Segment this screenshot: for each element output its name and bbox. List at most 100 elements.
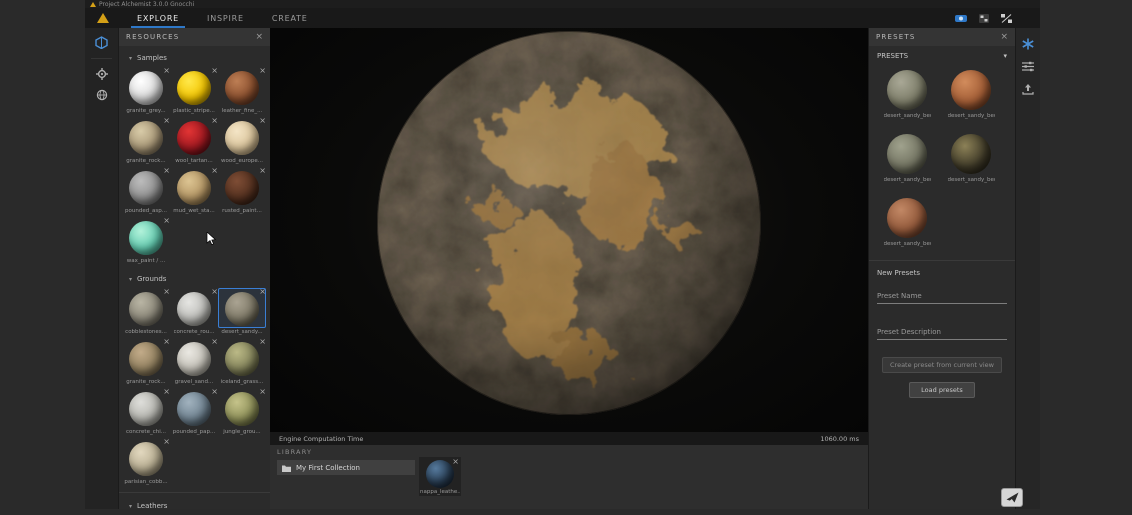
remove-icon[interactable]: ×	[259, 288, 266, 296]
remove-icon[interactable]: ×	[163, 338, 170, 346]
material-sphere[interactable]	[225, 392, 259, 426]
material-thumb[interactable]: ×concrete_rou...	[170, 288, 218, 335]
3d-viewport[interactable]	[270, 28, 868, 432]
material-thumb[interactable]: ×mud_wet_sta...	[170, 167, 218, 214]
material-thumb[interactable]: ×pounded_pap...	[170, 388, 218, 435]
material-sphere[interactable]	[129, 442, 163, 476]
presets-group-header[interactable]: PRESETS ▾	[869, 46, 1015, 66]
settings-gear-icon[interactable]	[96, 68, 108, 80]
remove-icon[interactable]: ×	[211, 338, 218, 346]
material-sphere[interactable]	[177, 121, 211, 155]
preset-sphere[interactable]	[887, 198, 927, 238]
material-thumb[interactable]: ×iceland_grass...	[218, 338, 266, 385]
load-presets-button[interactable]: Load presets	[909, 382, 975, 398]
material-thumb[interactable]: ×granite_grey...	[122, 67, 170, 114]
preset-name-input[interactable]: Preset Name	[877, 292, 1007, 304]
material-sphere[interactable]	[129, 392, 163, 426]
section-samples[interactable]: ▾ Samples	[119, 46, 270, 67]
tab-explore[interactable]: EXPLORE	[123, 8, 193, 28]
remove-icon[interactable]: ×	[259, 388, 266, 396]
sliders-icon[interactable]	[1022, 61, 1034, 72]
material-thumb[interactable]: × wax_paint / ...	[122, 217, 170, 264]
material-thumb[interactable]: ×parisian_cobb...	[122, 438, 170, 485]
material-sphere[interactable]	[177, 392, 211, 426]
remove-icon[interactable]: ×	[211, 288, 218, 296]
world-icon[interactable]	[96, 89, 108, 101]
material-sphere[interactable]	[177, 171, 211, 205]
remove-icon[interactable]: ×	[211, 117, 218, 125]
material-thumb-selected[interactable]: ×desert_sandy...	[218, 288, 266, 335]
material-sphere[interactable]	[129, 121, 163, 155]
preset-thumb[interactable]: desert_sandy_bed...	[939, 130, 1003, 183]
library-material-thumb[interactable]: × nappa_leathe..	[419, 457, 461, 496]
tab-create[interactable]: CREATE	[258, 8, 322, 28]
remove-icon[interactable]: ×	[452, 457, 459, 466]
material-thumb[interactable]: ×granite_rock...	[122, 338, 170, 385]
materials-cube-icon[interactable]	[95, 36, 108, 49]
preset-sphere[interactable]	[887, 134, 927, 174]
material-preview-sphere[interactable]	[376, 30, 762, 420]
remove-icon[interactable]: ×	[163, 217, 170, 225]
create-preset-button[interactable]: Create preset from current view	[882, 357, 1002, 373]
material-thumb[interactable]: ×pounded_asp...	[122, 167, 170, 214]
material-thumb[interactable]: ×jungle_grou...	[218, 388, 266, 435]
preset-thumb[interactable]: desert_sandy_bed...	[875, 130, 939, 183]
section-grounds[interactable]: ▾ Grounds	[119, 267, 270, 288]
material-thumb[interactable]: ×wood_europe...	[218, 117, 266, 164]
split-view-icon[interactable]	[1001, 14, 1012, 23]
material-thumb[interactable]: ×wool_tartan...	[170, 117, 218, 164]
material-sphere[interactable]	[129, 221, 163, 255]
close-icon[interactable]: ×	[1000, 33, 1008, 42]
preset-thumb[interactable]: desert_sandy_bed...	[875, 66, 939, 119]
material-sphere[interactable]	[225, 342, 259, 376]
preset-thumb[interactable]: desert_sandy_bed...	[939, 66, 1003, 119]
material-sphere[interactable]	[129, 71, 163, 105]
material-thumb[interactable]: ×plastic_stripe...	[170, 67, 218, 114]
remove-icon[interactable]: ×	[211, 67, 218, 75]
material-thumb[interactable]: ×concrete_chi...	[122, 388, 170, 435]
material-sphere[interactable]	[225, 171, 259, 205]
collection-item[interactable]: My First Collection	[277, 460, 415, 475]
close-icon[interactable]: ×	[255, 33, 263, 42]
material-thumb[interactable]: ×cobblestones...	[122, 288, 170, 335]
presets-panel-icon[interactable]	[1022, 38, 1034, 50]
material-thumb[interactable]: ×leather_fine_...	[218, 67, 266, 114]
remove-icon[interactable]: ×	[211, 388, 218, 396]
camera-icon[interactable]	[955, 14, 967, 23]
material-name: wax_paint / ...	[127, 258, 166, 264]
material-sphere[interactable]	[426, 460, 454, 488]
tab-inspire[interactable]: INSPIRE	[193, 8, 258, 28]
material-sphere[interactable]	[129, 171, 163, 205]
material-sphere[interactable]	[177, 71, 211, 105]
remove-icon[interactable]: ×	[163, 117, 170, 125]
remove-icon[interactable]: ×	[259, 338, 266, 346]
send-feedback-button[interactable]	[1001, 488, 1023, 507]
material-thumb[interactable]: ×rusted_paint...	[218, 167, 266, 214]
remove-icon[interactable]: ×	[211, 167, 218, 175]
material-sphere[interactable]	[225, 292, 259, 326]
preset-thumb[interactable]: desert_sandy_bed...	[875, 194, 939, 247]
material-thumb[interactable]: ×gravel_sand...	[170, 338, 218, 385]
section-leathers[interactable]: ▾ Leathers	[119, 492, 270, 515]
layout-grid-icon[interactable]	[979, 14, 989, 23]
material-sphere[interactable]	[177, 342, 211, 376]
remove-icon[interactable]: ×	[163, 67, 170, 75]
material-sphere[interactable]	[225, 71, 259, 105]
remove-icon[interactable]: ×	[259, 117, 266, 125]
preset-sphere[interactable]	[951, 134, 991, 174]
preset-description-input[interactable]: Preset Description	[877, 328, 1007, 340]
preset-sphere[interactable]	[951, 70, 991, 110]
material-sphere[interactable]	[129, 342, 163, 376]
remove-icon[interactable]: ×	[163, 288, 170, 296]
remove-icon[interactable]: ×	[163, 388, 170, 396]
material-sphere[interactable]	[225, 121, 259, 155]
remove-icon[interactable]: ×	[259, 67, 266, 75]
remove-icon[interactable]: ×	[163, 167, 170, 175]
preset-sphere[interactable]	[887, 70, 927, 110]
remove-icon[interactable]: ×	[259, 167, 266, 175]
material-sphere[interactable]	[129, 292, 163, 326]
export-icon[interactable]	[1022, 83, 1034, 95]
material-sphere[interactable]	[177, 292, 211, 326]
material-thumb[interactable]: ×granite_rock...	[122, 117, 170, 164]
remove-icon[interactable]: ×	[163, 438, 170, 446]
